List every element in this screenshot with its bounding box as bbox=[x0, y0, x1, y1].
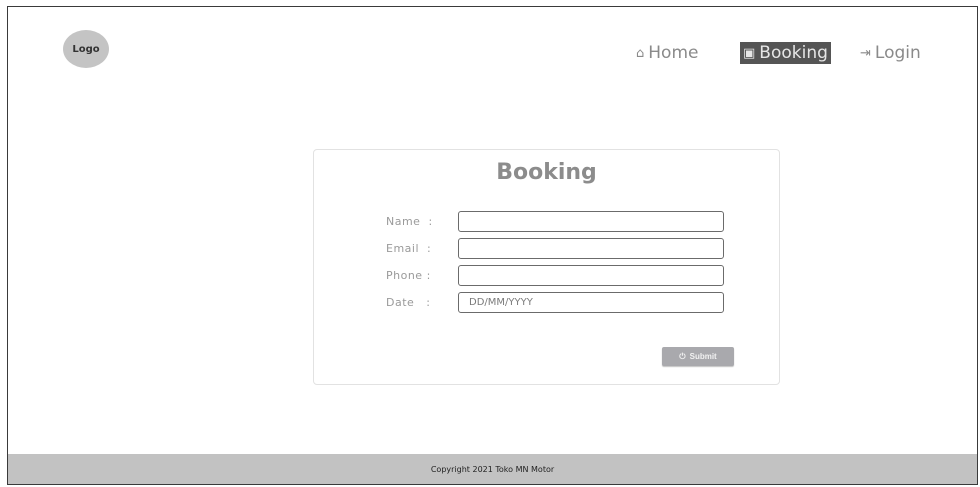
footer-copyright: Copyright 2021 Toko MN Motor bbox=[430, 464, 555, 474]
phone-label: Phone : bbox=[386, 269, 431, 282]
clipboard-icon: ▣ bbox=[743, 45, 756, 61]
submit-label: Submit bbox=[689, 352, 717, 361]
submit-icon: ⏻ bbox=[679, 351, 686, 361]
date-label: Date : bbox=[386, 296, 431, 309]
nav-login[interactable]: ⇥ Login bbox=[860, 42, 921, 64]
nav-home-label: Home bbox=[648, 43, 699, 63]
home-icon: ⌂ bbox=[636, 45, 645, 61]
submit-button[interactable]: ⏻ Submit bbox=[662, 347, 734, 366]
name-label: Name : bbox=[386, 215, 433, 228]
nav-home[interactable]: ⌂ Home bbox=[636, 42, 698, 64]
name-field[interactable] bbox=[458, 211, 724, 232]
footer: Copyright 2021 Toko MN Motor bbox=[8, 454, 977, 484]
nav-booking-label: Booking bbox=[759, 43, 828, 63]
nav-booking[interactable]: ▣ Booking bbox=[740, 42, 831, 64]
date-field[interactable] bbox=[458, 292, 724, 313]
phone-field[interactable] bbox=[458, 265, 724, 286]
email-label: Email : bbox=[386, 242, 432, 255]
logo-text: Logo bbox=[72, 43, 100, 55]
login-icon: ⇥ bbox=[860, 45, 871, 61]
email-field[interactable] bbox=[458, 238, 724, 259]
logo[interactable]: Logo bbox=[63, 30, 109, 68]
nav-login-label: Login bbox=[874, 43, 921, 63]
booking-title: Booking bbox=[496, 160, 597, 185]
